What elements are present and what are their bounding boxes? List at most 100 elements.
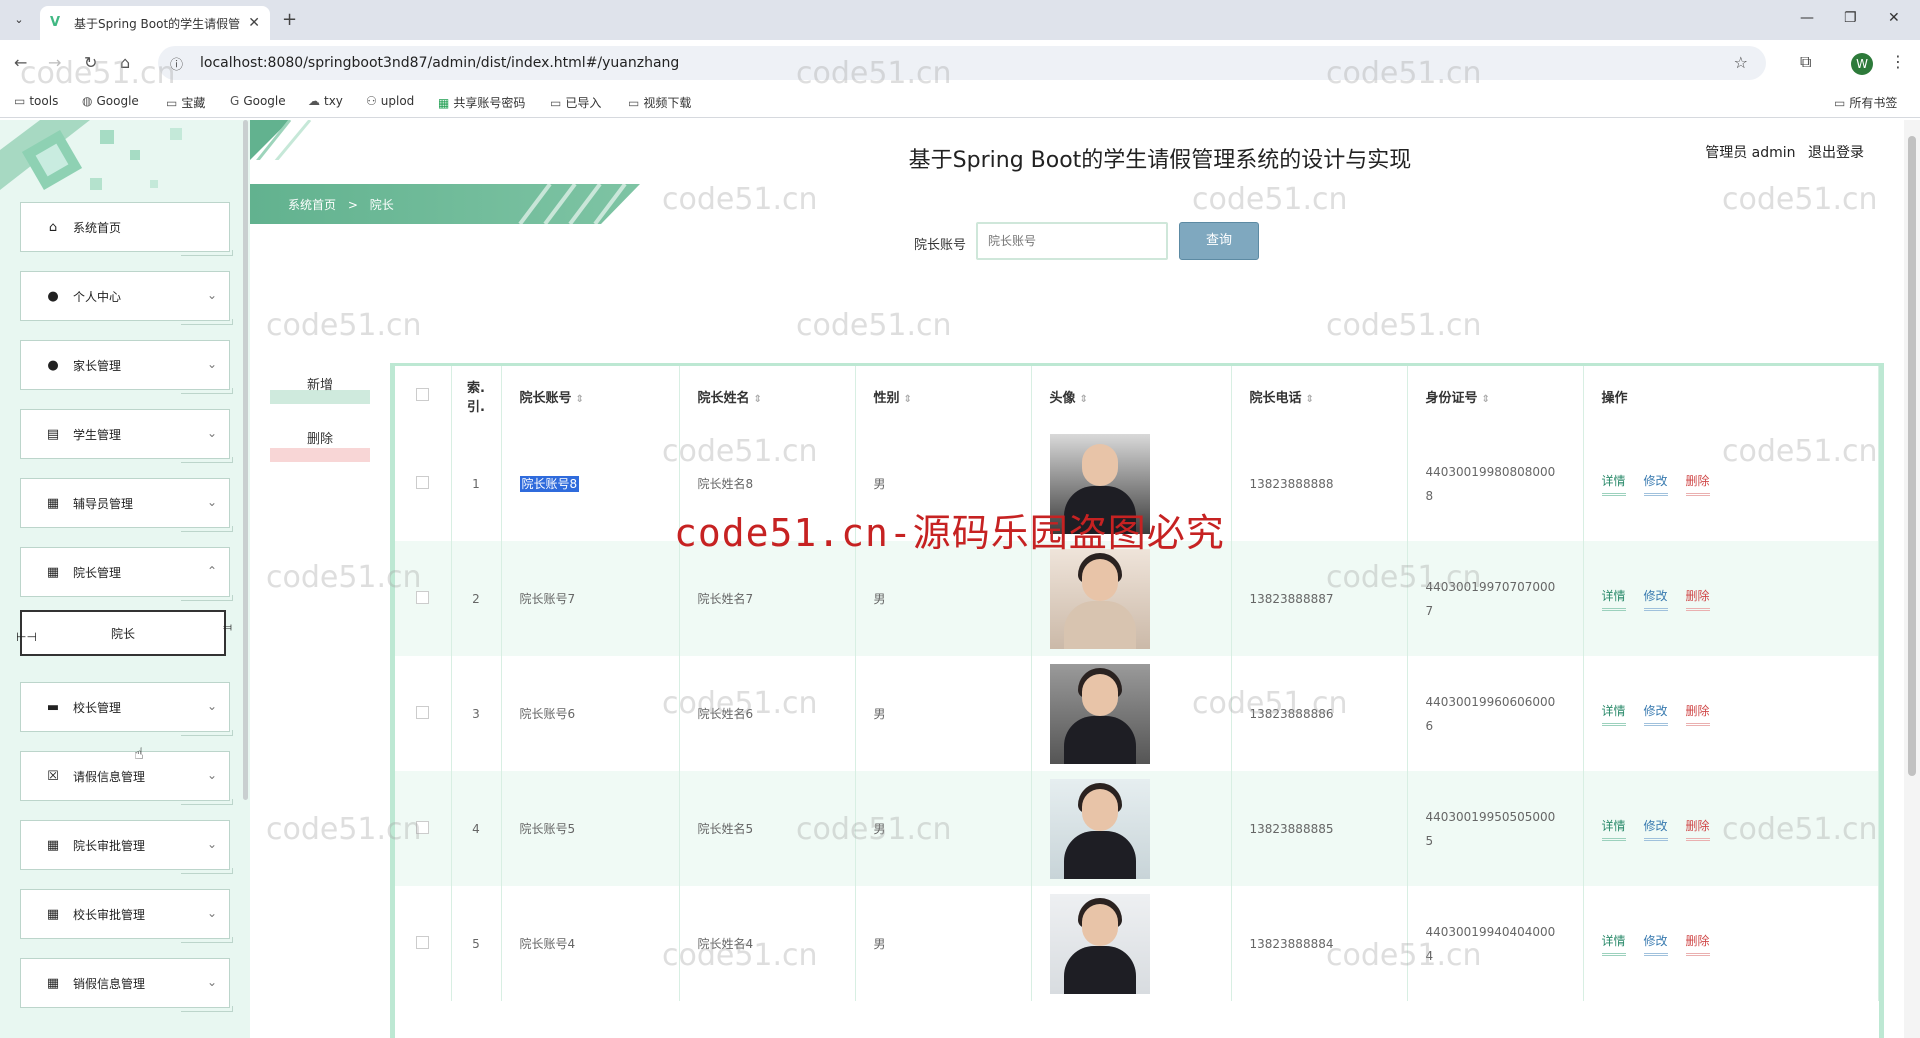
bookmark-item[interactable]: ▦ 共享账号密码 (438, 94, 525, 111)
edit-button[interactable]: 修改 (1643, 817, 1668, 841)
row-checkbox[interactable] (395, 426, 452, 541)
detail-button[interactable]: 详情 (1601, 587, 1626, 611)
profile-avatar[interactable]: W (1851, 53, 1873, 75)
column-account[interactable]: 院长账号 ⇕ (501, 366, 680, 426)
sort-icon[interactable]: ⇕ (1080, 394, 1088, 405)
detail-button[interactable]: 详情 (1601, 817, 1626, 841)
table-header-row: 索. 引. 院长账号 ⇕ 院长姓名 ⇕ 性别 ⇕ 头像 ⇕ 院长电话 ⇕ 身份证号 ⇕ 操作 (395, 366, 1879, 426)
bookmark-item[interactable]: ⚇ uplod (366, 94, 414, 108)
cell-idcard: 44030019940404000 4 (1407, 886, 1584, 1001)
cell-phone: 13823888886 (1231, 656, 1408, 771)
sort-icon[interactable]: ⇕ (1482, 394, 1490, 405)
cell-account: 院长账号5 (501, 771, 680, 886)
sidebar-item-dean-approval[interactable]: ▦ 院长审批管理 ⌄ (20, 820, 233, 874)
browser-tab[interactable]: V 基于Spring Boot的学生请假管 ✕ (40, 6, 270, 40)
all-bookmarks[interactable]: ▭ 所有书签 (1834, 94, 1897, 111)
search-input[interactable] (976, 222, 1168, 260)
sidebar-item-profile[interactable]: ● 个人中心 ⌄ (20, 271, 233, 325)
scrollbar-thumb[interactable] (1908, 136, 1916, 776)
sidebar-item-leave-cancel[interactable]: ▦ 销假信息管理 ⌄ (20, 958, 233, 1012)
add-button[interactable]: 新增 (270, 374, 370, 404)
bookmark-item[interactable]: ▭ 视频下载 (628, 94, 691, 111)
tab-search-button[interactable]: ⌄ (8, 10, 30, 30)
sort-icon[interactable]: ⇕ (754, 394, 762, 405)
detail-button[interactable]: 详情 (1601, 932, 1626, 956)
row-checkbox[interactable] (395, 771, 452, 886)
bookmark-item[interactable]: ▭ 已导入 (550, 94, 601, 111)
site-info-icon[interactable]: ⓘ (170, 54, 190, 73)
user-icon: ● (47, 357, 59, 373)
delete-button[interactable]: 删除 (270, 428, 370, 462)
bookmark-item[interactable]: ☁ txy (308, 94, 343, 108)
submenu-item-dean[interactable]: ⊢⊣ 院长 ⫤ (16, 610, 232, 656)
row-checkbox[interactable] (395, 656, 452, 771)
bookmark-item[interactable]: ▭ 宝藏 (166, 94, 205, 111)
logout-link[interactable]: 退出登录 (1808, 145, 1864, 161)
sidebar-scrollbar[interactable] (243, 120, 248, 800)
column-phone[interactable]: 院长电话 ⇕ (1231, 366, 1408, 426)
edit-button[interactable]: 修改 (1643, 932, 1668, 956)
detail-button[interactable]: 详情 (1601, 472, 1626, 496)
column-gender[interactable]: 性别 ⇕ (855, 366, 1032, 426)
bookmark-item[interactable]: ▭ tools (14, 94, 58, 108)
forward-icon[interactable]: → (48, 53, 61, 72)
page-title: 基于Spring Boot的学生请假管理系统的设计与实现 (908, 148, 1412, 173)
delete-row-button[interactable]: 删除 (1685, 932, 1710, 956)
delete-row-button[interactable]: 删除 (1685, 587, 1710, 611)
sidebar-item-deans[interactable]: ▦ 院长管理 ⌃ (20, 547, 233, 601)
delete-row-button[interactable]: 删除 (1685, 702, 1710, 726)
cell-actions: 详情 修改 删除 (1583, 426, 1879, 541)
bookmark-item[interactable]: G Google (230, 94, 286, 108)
delete-row-button[interactable]: 删除 (1685, 472, 1710, 496)
sort-icon[interactable]: ⇕ (576, 394, 584, 405)
sidebar-item-counselors[interactable]: ▦ 辅导员管理 ⌄ (20, 478, 233, 532)
avatar-photo[interactable] (1049, 663, 1150, 764)
sort-icon[interactable]: ⇕ (904, 394, 912, 405)
sidebar-item-principals[interactable]: ▬ 校长管理 ⌄ (20, 682, 233, 736)
sort-icon[interactable]: ⇕ (1306, 394, 1314, 405)
cell-index: 1 (451, 426, 502, 541)
close-window-icon[interactable]: ✕ (1888, 10, 1900, 26)
close-tab-icon[interactable]: ✕ (248, 15, 260, 31)
sidebar-item-leave-info[interactable]: ☒ 请假信息管理 ⌄ (20, 751, 233, 805)
admin-label: 管理员 admin (1705, 145, 1796, 161)
column-name[interactable]: 院长姓名 ⇕ (679, 366, 856, 426)
sidebar-item-students[interactable]: ▤ 学生管理 ⌄ (20, 409, 233, 463)
row-checkbox[interactable] (395, 886, 452, 1001)
avatar-photo[interactable] (1049, 548, 1150, 649)
sidebar-item-parents[interactable]: ● 家长管理 ⌄ (20, 340, 233, 394)
row-checkbox[interactable] (395, 541, 452, 656)
avatar-photo[interactable] (1049, 778, 1150, 879)
chevron-down-icon: ⌄ (206, 288, 217, 302)
search-button[interactable]: 查询 (1179, 222, 1259, 260)
sidebar-item-principal-approval[interactable]: ▦ 校长审批管理 ⌄ (20, 889, 233, 943)
avatar-photo[interactable] (1049, 893, 1150, 994)
edit-button[interactable]: 修改 (1643, 472, 1668, 496)
delete-row-button[interactable]: 删除 (1685, 817, 1710, 841)
detail-button[interactable]: 详情 (1601, 702, 1626, 726)
address-bar[interactable]: ⓘ localhost:8080/springboot3nd87/admin/d… (158, 46, 1766, 80)
minimize-icon[interactable]: — (1800, 10, 1814, 26)
bookmark-star-icon[interactable]: ☆ (1734, 53, 1748, 72)
select-all-checkbox[interactable] (395, 366, 452, 426)
cell-index: 2 (451, 541, 502, 656)
extensions-icon[interactable]: ⧉ (1800, 52, 1811, 72)
column-idcard[interactable]: 身份证号 ⇕ (1407, 366, 1584, 426)
breadcrumb-home[interactable]: 系统首页 (288, 198, 336, 212)
home-nav-icon[interactable]: ⌂ (120, 53, 130, 72)
reload-icon[interactable]: ↻ (84, 53, 97, 72)
sidebar-item-home[interactable]: ⌂ 系统首页 (20, 202, 233, 256)
cell-actions: 详情 修改 删除 (1583, 771, 1879, 886)
new-tab-button[interactable]: + (282, 9, 297, 30)
bookmarks-bar: ▭ tools ◍ Google ▭ 宝藏 G Google ☁ txy ⚇ uplod ▦… (0, 86, 1920, 118)
breadcrumb-text: 系统首页 > 院长 (288, 196, 402, 213)
cell-account: 院长账号7 (501, 541, 680, 656)
back-icon[interactable]: ← (14, 53, 27, 72)
page-scrollbar[interactable] (1904, 120, 1920, 1038)
restore-icon[interactable]: ❐ (1844, 10, 1857, 26)
edit-button[interactable]: 修改 (1643, 702, 1668, 726)
menu-dots-icon[interactable]: ⋮ (1890, 52, 1906, 71)
edit-button[interactable]: 修改 (1643, 587, 1668, 611)
bookmark-item[interactable]: ◍ Google (82, 94, 139, 108)
column-avatar[interactable]: 头像 ⇕ (1031, 366, 1232, 426)
